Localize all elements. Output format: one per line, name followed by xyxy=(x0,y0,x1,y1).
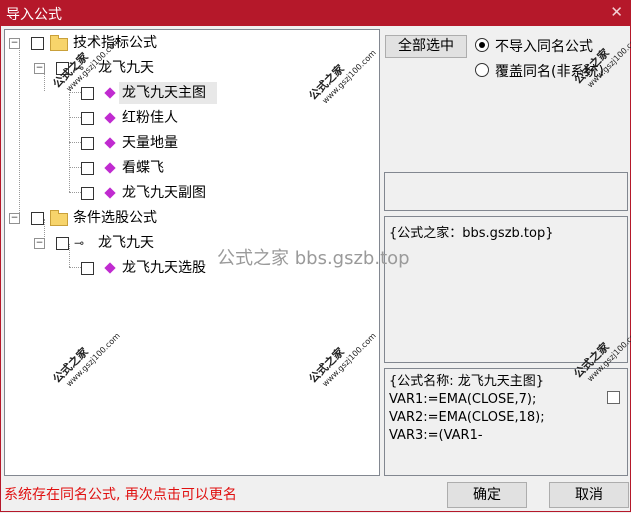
tree-checkbox[interactable] xyxy=(81,137,94,150)
tree-node-label: 龙飞九天副图 xyxy=(122,185,206,201)
tree-node-formula[interactable]: 天量地量 xyxy=(5,132,225,154)
cancel-button[interactable]: 取消 xyxy=(549,482,629,508)
tree-node-main-chart[interactable]: 龙飞九天主图 xyxy=(5,82,225,104)
tree-checkbox[interactable] xyxy=(81,162,94,175)
watermark: 公式之家 www.gszj100.com xyxy=(49,320,121,393)
formula-icon xyxy=(104,162,116,174)
center-watermark: 公式之家 bbs.gszb.top xyxy=(217,248,410,269)
tree-node-label: 看蝶飞 xyxy=(122,160,164,176)
folder-icon xyxy=(50,210,68,226)
radio-no-import[interactable] xyxy=(475,38,489,52)
formula-line: VAR3:=(VAR1- xyxy=(389,428,483,443)
radio-no-import-label[interactable]: 不导入同名公式 xyxy=(495,36,593,56)
radio-overwrite[interactable] xyxy=(475,63,489,77)
key-icon: ⊸ xyxy=(74,236,85,250)
tree-checkbox[interactable] xyxy=(31,212,44,225)
tree-node-label: 天量地量 xyxy=(122,135,178,151)
formula-line: VAR2:=EMA(CLOSE,18); xyxy=(389,410,545,425)
select-all-button[interactable]: 全部选中 xyxy=(385,35,467,58)
tree-checkbox[interactable] xyxy=(56,237,69,250)
tree-checkbox[interactable] xyxy=(81,187,94,200)
tree-checkbox[interactable] xyxy=(81,262,94,275)
window-title: 导入公式 xyxy=(6,7,62,23)
tree-checkbox[interactable] xyxy=(81,112,94,125)
formula-icon xyxy=(104,262,116,274)
collapse-icon[interactable]: − xyxy=(34,63,45,74)
watermark: 公式之家 www.gszj100.com xyxy=(305,37,377,110)
tree-node-formula[interactable]: 红粉佳人 xyxy=(5,107,225,129)
tree-node-formula[interactable]: 龙飞九天副图 xyxy=(5,182,225,204)
tree-checkbox[interactable] xyxy=(31,37,44,50)
collapse-icon[interactable]: − xyxy=(9,38,20,49)
tree-checkbox[interactable] xyxy=(81,87,94,100)
tree-node-label: 龙飞九天 xyxy=(98,235,154,251)
formula-line: VAR1:=EMA(CLOSE,7); xyxy=(389,392,537,407)
tree-node-label: 红粉佳人 xyxy=(122,110,178,126)
tree-node-label: 条件选股公式 xyxy=(73,210,157,226)
status-message: 系统存在同名公式, 再次点击可以更名 xyxy=(4,487,237,503)
formula-preview[interactable]: {公式名称: 龙飞九天主图} VAR1:=EMA(CLOSE,7); VAR2:… xyxy=(384,368,628,476)
tree-node-formula[interactable]: 看蝶飞 xyxy=(5,157,225,179)
tree-node-label: 龙飞九天主图 xyxy=(122,85,206,101)
tree-node-label: 龙飞九天 xyxy=(98,60,154,76)
formula-icon xyxy=(104,137,116,149)
folder-icon xyxy=(50,35,68,51)
formula-line: {公式名称: 龙飞九天主图} xyxy=(389,374,545,389)
collapse-icon[interactable]: − xyxy=(34,238,45,249)
title-bar: 导入公式 ✕ xyxy=(0,0,631,26)
tree-node-longfei[interactable]: − ⊸ 龙飞九天 xyxy=(5,57,205,79)
tree-node-label: 龙飞九天选股 xyxy=(122,260,206,276)
formula-icon xyxy=(104,112,116,124)
formula-icon xyxy=(104,87,116,99)
info-box: {公式之家：bbs.gszb.top} xyxy=(384,216,628,363)
watermark: 公式之家 www.gszj100.com xyxy=(305,320,377,393)
preview-checkbox[interactable] xyxy=(607,391,620,404)
formula-icon xyxy=(104,187,116,199)
tree-node-screener-folder[interactable]: − 条件选股公式 xyxy=(5,207,205,229)
close-icon[interactable]: ✕ xyxy=(610,3,623,21)
ok-button[interactable]: 确定 xyxy=(447,482,527,508)
tree-node-formula[interactable]: 龙飞九天选股 xyxy=(5,257,225,279)
info-text: {公式之家：bbs.gszb.top} xyxy=(389,226,554,241)
tree-node-longfei[interactable]: − ⊸ 龙飞九天 xyxy=(5,232,205,254)
collapse-icon[interactable]: − xyxy=(9,213,20,224)
empty-panel xyxy=(384,172,628,211)
